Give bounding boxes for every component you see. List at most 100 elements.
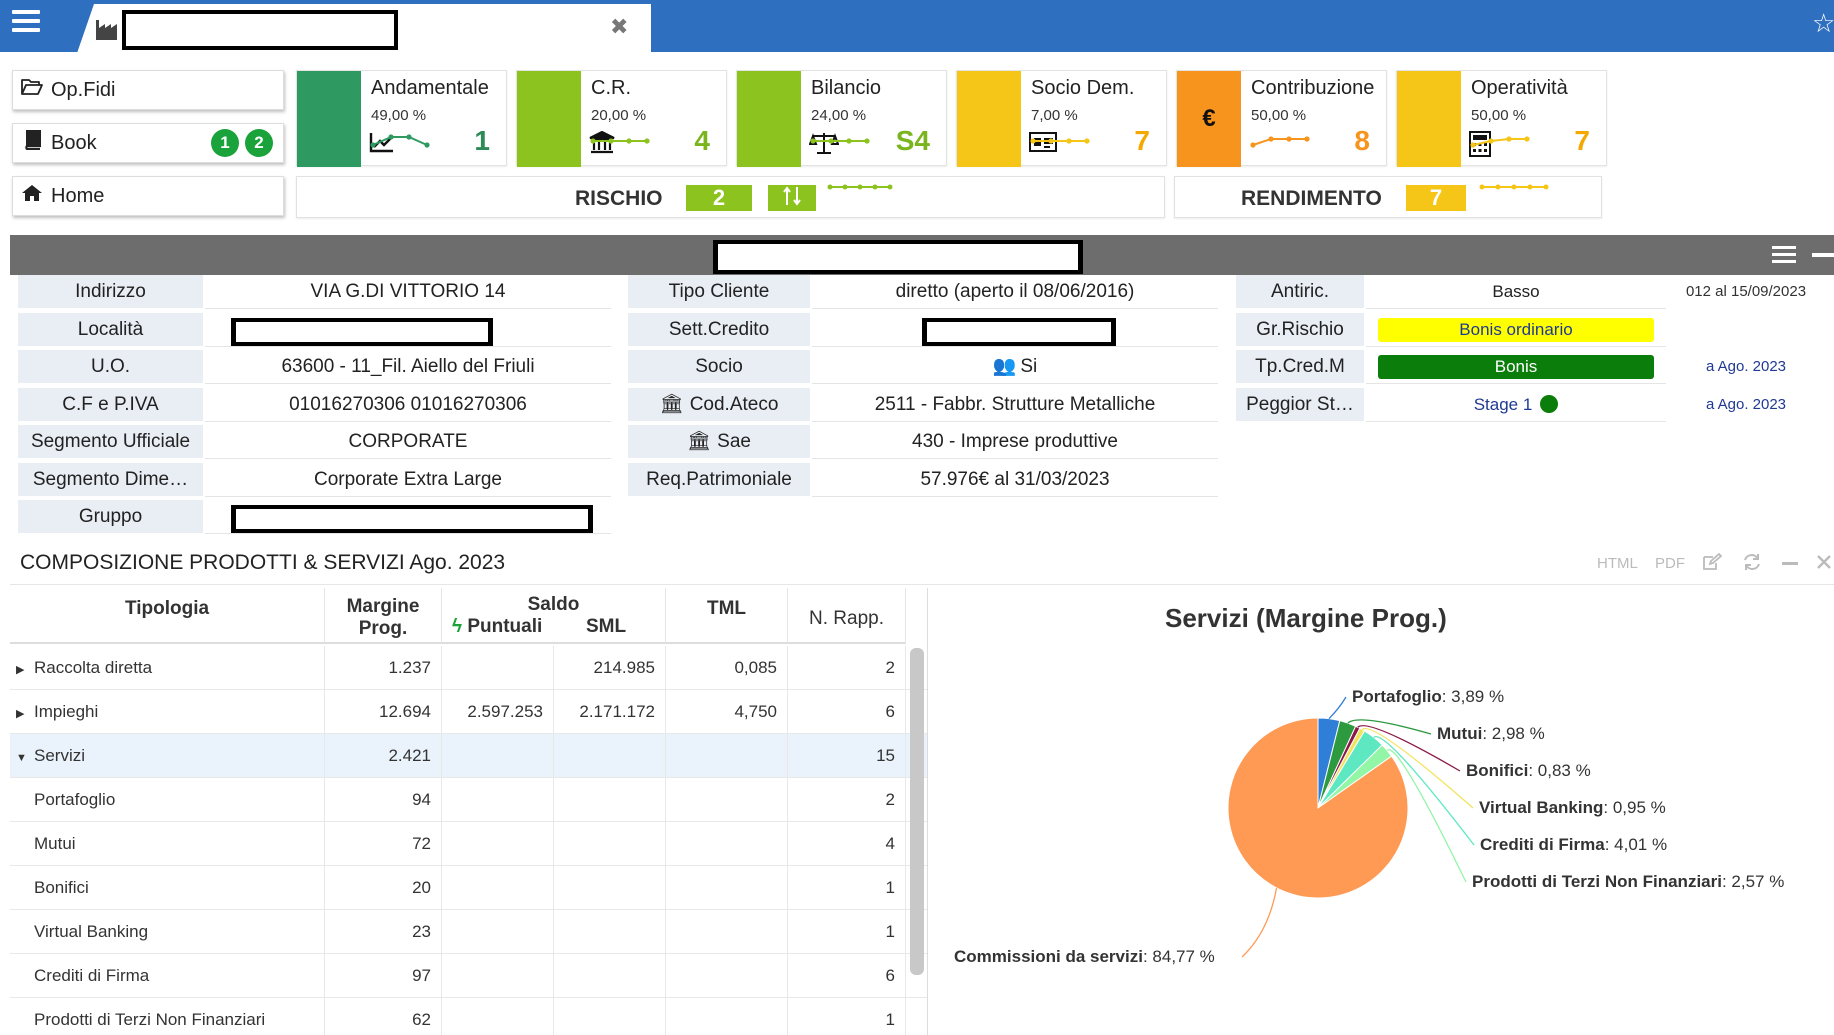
info-label: Gruppo: [18, 500, 203, 534]
list-icon[interactable]: [1772, 246, 1796, 264]
info-value: 👥 Si: [812, 350, 1218, 384]
cell-puntuali: [442, 646, 554, 690]
status-badge: Bonis ordinario: [1378, 317, 1654, 342]
risk-badge: 2: [686, 185, 752, 211]
minimize-icon[interactable]: [1812, 253, 1834, 257]
export-html-button[interactable]: HTML: [1597, 555, 1638, 572]
table-row[interactable]: ▶ Impieghi 12.694 2.597.253 2.171.172 4,750 6: [10, 690, 927, 734]
cell-tml: [666, 954, 788, 998]
info-label: U.O.: [18, 350, 203, 384]
kpi-card-5[interactable]: Operatività 50,00 % 7: [1396, 70, 1607, 167]
caret-right-icon[interactable]: ▶: [16, 692, 26, 734]
cell-nrapp: 4: [788, 822, 906, 866]
balance-scale-icon: [737, 71, 839, 167]
pie-label-value: 4,01 %: [1614, 835, 1667, 854]
info-value: Bonis: [1366, 350, 1666, 384]
kpi-sparkline: [1250, 136, 1310, 148]
col-header-margine[interactable]: Margine Prog.: [325, 588, 442, 644]
kpi-card-2[interactable]: Bilancio 24,00 % S4: [736, 70, 947, 167]
col-header-tipologia[interactable]: Tipologia: [10, 588, 325, 644]
info-note: a Ago. 2023: [1705, 358, 1787, 375]
pie-connector: [1241, 887, 1278, 958]
table-row[interactable]: ▼ Servizi 2.421 15: [10, 734, 927, 778]
col-header-puntuali-wrap[interactable]: ϟ Puntuali: [452, 616, 542, 638]
refresh-icon[interactable]: [1742, 553, 1762, 575]
info-value: Bonis ordinario: [1366, 313, 1666, 347]
nav-home-button[interactable]: Home: [12, 176, 284, 216]
cell-sml: [554, 822, 666, 866]
cell-puntuali: [442, 866, 554, 910]
kpi-weight: 20,00 %: [591, 107, 647, 124]
info-value: diretto (aperto il 08/06/2016): [812, 275, 1218, 309]
export-pdf-button[interactable]: PDF: [1655, 555, 1685, 572]
pie-label-value: 2,57 %: [1731, 872, 1784, 891]
info-label: Req.Patrimoniale: [628, 462, 810, 497]
cell-nrapp: 2: [788, 646, 906, 690]
pie-label-value: 0,83 %: [1538, 761, 1591, 780]
pie-label: Mutui: 2,98 %: [1437, 724, 1545, 743]
pie-chart: Portafoglio: 3,89 % Mutui: 2,98 % Bonifici…: [954, 687, 1784, 966]
kpi-card-1[interactable]: C.R. 20,00 % 4: [516, 70, 727, 167]
kpi-card-3[interactable]: Socio Dem. 7,00 % 7: [956, 70, 1167, 167]
cell-margine: 62: [325, 998, 442, 1035]
col-header-sml[interactable]: SML: [586, 616, 626, 638]
info-label: Segmento Ufficiale: [18, 425, 203, 459]
bank-icon: [517, 71, 615, 167]
pie-label: Commissioni da servizi: 84,77 %: [954, 947, 1215, 966]
col-header-tml[interactable]: TML: [666, 588, 788, 644]
nav-book-button[interactable]: Book 1 2: [12, 123, 284, 163]
table-row[interactable]: Bonifici 20 1: [10, 866, 927, 910]
close-icon[interactable]: ✖: [610, 14, 628, 40]
book-badge-2[interactable]: 2: [245, 129, 273, 157]
cell-puntuali: [442, 778, 554, 822]
table-row[interactable]: Virtual Banking 23 1: [10, 910, 927, 954]
collapse-icon[interactable]: [1782, 562, 1798, 565]
book-badge-1[interactable]: 1: [211, 129, 239, 157]
info-value: 63600 - 11_Fil. Aiello del Friuli: [205, 350, 611, 384]
risk-label: RISCHIO: [575, 187, 663, 210]
col-header-saldo: Saldo: [527, 594, 580, 615]
risk-bar: RISCHIO 2: [296, 176, 1165, 218]
cell-tipologia-text: Bonifici: [34, 878, 89, 897]
kpi-sparkline: [810, 138, 870, 144]
hamburger-icon[interactable]: [12, 8, 42, 38]
cell-nrapp: 6: [788, 690, 906, 734]
table-row[interactable]: Mutui 72 4: [10, 822, 927, 866]
pie-label: Crediti di Firma: 4,01 %: [1480, 835, 1667, 854]
col-header-nrapp[interactable]: N. Rapp.: [788, 588, 906, 644]
kpi-title: Andamentale: [371, 77, 489, 99]
kpi-value: 1: [474, 125, 490, 156]
status-dot: [1540, 394, 1559, 413]
client-name-redaction: [718, 244, 1078, 270]
cell-sml: [554, 954, 666, 998]
table-scrollbar[interactable]: [910, 648, 924, 975]
cell-margine: 94: [325, 778, 442, 822]
nav-opfidi-button[interactable]: Op.Fidi: [12, 70, 284, 110]
bank-icon: 🏛: [659, 393, 684, 415]
cell-margine: 20: [325, 866, 442, 910]
trend-arrow-icon[interactable]: [768, 185, 816, 211]
table-row[interactable]: ▶ Raccolta diretta 1.237 214.985 0,085 2: [10, 646, 927, 690]
table-row[interactable]: Portafoglio 94 2: [10, 778, 927, 822]
pie-label-value: 0,95 %: [1613, 798, 1666, 817]
table-row[interactable]: Crediti di Firma 97 6: [10, 954, 927, 998]
kpi-card-0[interactable]: Andamentale 49,00 % 1: [296, 70, 507, 167]
info-value: Stage 1: [1366, 388, 1666, 422]
info-label: 🏛 Sae: [628, 425, 810, 459]
pie-label-separator: :: [1722, 872, 1731, 891]
star-outline-icon[interactable]: ☆: [1812, 8, 1834, 39]
cell-tml: 4,750: [666, 690, 788, 734]
caret-right-icon[interactable]: ▶: [16, 648, 26, 690]
close-panel-icon[interactable]: [1816, 553, 1832, 575]
cell-sml: [554, 866, 666, 910]
info-value: [812, 313, 1218, 347]
caret-down-icon[interactable]: ▼: [16, 736, 27, 778]
cell-tipologia: Portafoglio: [10, 778, 325, 822]
table-row[interactable]: Prodotti di Terzi Non Finanziari 62 1: [10, 998, 927, 1035]
cell-tml: [666, 822, 788, 866]
cell-tml: [666, 866, 788, 910]
kpi-card-4[interactable]: € Contribuzione 50,00 % 8: [1176, 70, 1387, 167]
info-label: Località: [18, 312, 203, 347]
edit-icon[interactable]: [1702, 552, 1723, 575]
pie-label-separator: :: [1603, 798, 1612, 817]
